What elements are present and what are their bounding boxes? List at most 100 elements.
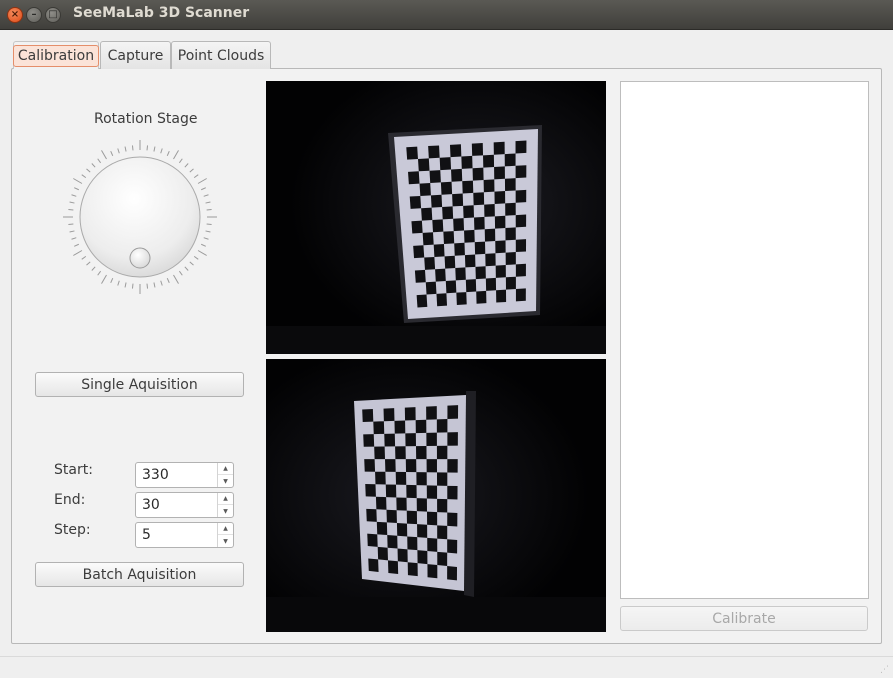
checker-square: [496, 289, 507, 303]
dial-tick: [184, 163, 189, 168]
checker-square: [464, 254, 476, 268]
checker-square: [495, 240, 506, 254]
end-spinbox[interactable]: 30 ▲ ▼: [135, 492, 234, 518]
end-value: 30: [142, 497, 160, 513]
checker-square: [396, 497, 407, 511]
dial-tick: [205, 201, 211, 204]
checker-square: [515, 263, 526, 277]
spin-down-icon[interactable]: ▼: [218, 475, 233, 487]
dial-tick: [203, 237, 209, 240]
checker-square: [495, 264, 506, 278]
checker-square: [483, 179, 495, 193]
spin-up-icon[interactable]: ▲: [218, 493, 233, 505]
calibrate-label: Calibrate: [712, 610, 776, 627]
checker-square: [424, 256, 436, 270]
dial-tick: [146, 145, 149, 151]
checker-square: [385, 484, 397, 498]
checker-square: [505, 202, 516, 216]
checker-square: [475, 266, 486, 280]
checker-square: [464, 229, 475, 243]
dial-tick: [117, 280, 120, 286]
dial-tick: [73, 250, 83, 256]
spin-down-icon[interactable]: ▼: [218, 535, 233, 547]
batch-acquisition-button[interactable]: Batch Aquisition: [35, 562, 244, 587]
tab-calibration-label: Calibration: [12, 44, 100, 67]
calibration-frames-list[interactable]: [620, 81, 869, 599]
step-value: 5: [142, 527, 151, 543]
checker-square: [426, 406, 437, 420]
checker-square: [395, 471, 407, 485]
end-spin-arrows: ▲ ▼: [217, 493, 233, 517]
checker-square: [416, 445, 427, 460]
checker-square: [415, 419, 427, 434]
dial-tick: [206, 223, 212, 226]
dial-tick: [189, 261, 194, 266]
window-maximize-icon[interactable]: □: [45, 7, 61, 23]
dial-tick: [97, 270, 102, 276]
checker-square: [485, 253, 496, 267]
dial-tick: [193, 255, 199, 260]
dial-tick: [69, 230, 75, 233]
checker-square: [447, 512, 458, 527]
checker-square: [397, 548, 408, 563]
dial-tick: [189, 168, 194, 173]
spin-up-icon[interactable]: ▲: [218, 463, 233, 475]
spin-down-icon[interactable]: ▼: [218, 505, 233, 517]
checker-square: [456, 292, 467, 305]
checker-square: [447, 565, 458, 581]
checker-square: [494, 166, 505, 180]
checker-square: [436, 293, 448, 307]
checker-square: [407, 536, 418, 551]
step-spinbox[interactable]: 5 ▲ ▼: [135, 522, 234, 548]
dial-tick: [73, 178, 83, 184]
checker-square: [453, 218, 465, 232]
spin-up-icon[interactable]: ▲: [218, 523, 233, 535]
checker-square: [375, 496, 387, 510]
checker-square: [454, 242, 465, 256]
checker-square: [436, 419, 448, 433]
checker-square: [471, 143, 484, 156]
checker-square: [406, 146, 418, 160]
checker-square: [493, 141, 505, 155]
window-minimize-icon[interactable]: –: [26, 7, 42, 23]
start-spinbox[interactable]: 330 ▲ ▼: [135, 462, 234, 488]
checker-square: [405, 433, 417, 447]
checker-square: [413, 245, 425, 259]
window-close-icon[interactable]: ×: [7, 7, 23, 23]
rotation-stage-dial[interactable]: [60, 137, 220, 297]
dial-tick: [160, 280, 163, 286]
checker-square: [422, 232, 434, 246]
dial-tick: [81, 255, 87, 260]
checker-square: [444, 255, 456, 269]
checker-square: [447, 485, 458, 500]
dial-tick: [178, 158, 183, 164]
checker-square: [437, 551, 448, 566]
dial-tick: [97, 158, 102, 164]
tab-calibration[interactable]: Calibration: [12, 41, 100, 69]
tab-capture[interactable]: Capture: [100, 41, 171, 69]
window-titlebar: × – □ SeeMaLab 3D Scanner: [0, 0, 893, 30]
calibrate-button[interactable]: Calibrate: [620, 606, 868, 631]
camera-1-view: [266, 359, 606, 632]
checker-square: [366, 508, 377, 522]
checker-square: [417, 158, 430, 172]
checker-square: [504, 153, 516, 167]
step-spin-arrows: ▲ ▼: [217, 523, 233, 547]
checker-square: [447, 432, 458, 446]
checker-square: [494, 215, 506, 229]
dial-tick: [86, 261, 91, 266]
dial-tick: [101, 274, 107, 284]
checker-square: [427, 564, 438, 579]
checker-square: [462, 180, 474, 194]
tab-point-clouds[interactable]: Point Clouds: [171, 41, 271, 69]
checker-square: [416, 498, 427, 512]
checker-square: [408, 171, 420, 185]
dial-tick: [206, 208, 212, 211]
dial-tick: [131, 283, 134, 289]
end-label: End:: [54, 492, 86, 508]
single-acquisition-button[interactable]: Single Aquisition: [35, 372, 244, 397]
dial-tick: [68, 223, 74, 226]
checker-square: [386, 509, 397, 523]
resize-grip-icon[interactable]: ⋰: [880, 665, 890, 675]
dial-handle[interactable]: [129, 247, 151, 269]
